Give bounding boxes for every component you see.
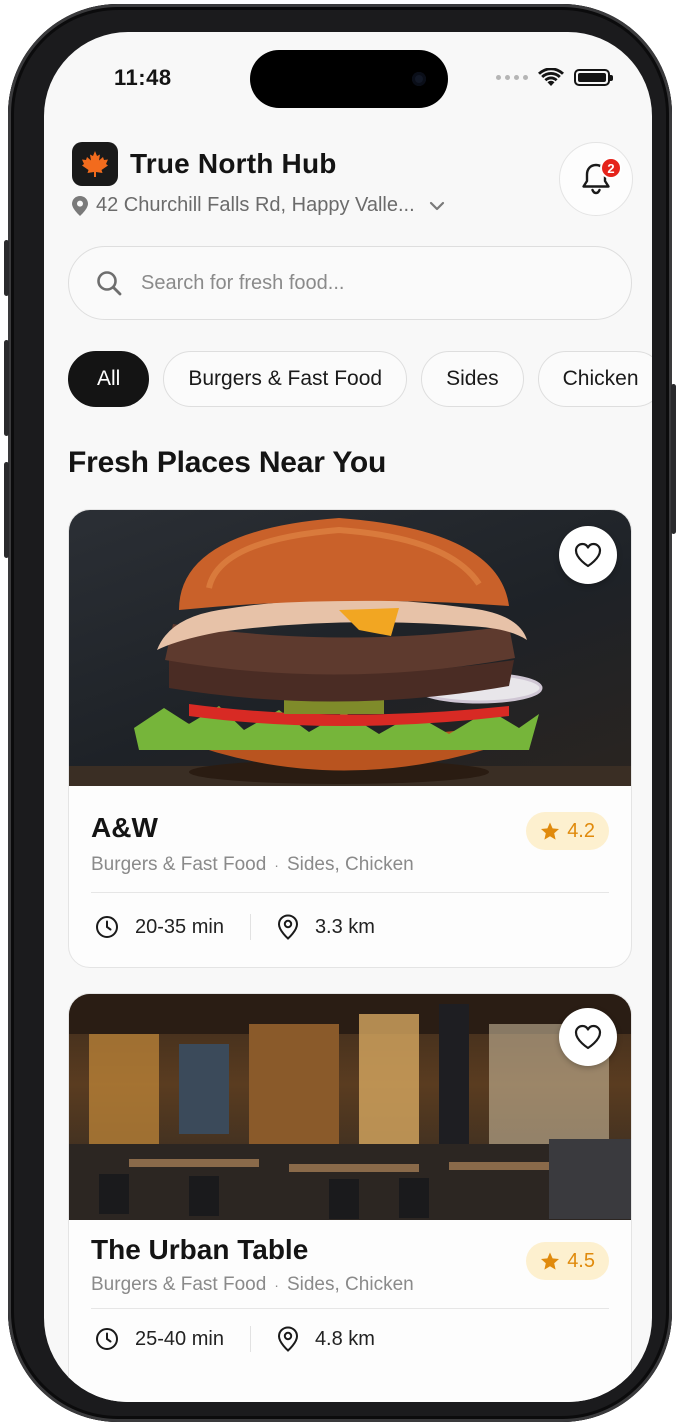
map-pin-icon: [277, 914, 298, 940]
restaurant-categories: Burgers & Fast Food · Sides, Chicken: [91, 1274, 414, 1295]
location-text: 42 Churchill Falls Rd, Happy Valle...: [96, 194, 415, 216]
restaurant-categories: Burgers & Fast Food · Sides, Chicken: [91, 854, 414, 875]
restaurant-card[interactable]: The Urban Table 4.5 Burgers & Fast Food …: [68, 993, 632, 1402]
restaurant-card[interactable]: A&W 4.2 Burgers & Fast Food · Sides, Chi…: [68, 509, 632, 968]
volume-up-button: [4, 340, 9, 436]
restaurant-name: A&W: [91, 812, 158, 843]
favorite-button[interactable]: [559, 526, 617, 584]
burger-photo: [69, 518, 631, 786]
chevron-down-icon: [429, 201, 444, 210]
rating-badge: 4.2: [526, 812, 609, 850]
search-bar[interactable]: [68, 246, 632, 320]
battery-icon: [574, 69, 613, 86]
status-time: 11:48: [114, 65, 172, 90]
restaurant-category: Burgers & Fast Food: [91, 854, 267, 875]
app-name: True North Hub: [130, 148, 337, 179]
clock-icon: [96, 916, 118, 938]
search-input[interactable]: [141, 271, 581, 295]
star-icon: [541, 822, 560, 840]
cellular-signal-icon: [496, 75, 528, 80]
distance: 3.3 km: [314, 915, 375, 938]
app-screen: 11:48 True North Hub 42 Churchill Falls …: [44, 32, 652, 1402]
silent-switch: [4, 240, 9, 296]
card-divider: [91, 892, 609, 893]
category-filter-list: All Burgers & Fast Food Sides Chicken: [68, 351, 652, 407]
category-chip-burgers[interactable]: Burgers & Fast Food: [163, 351, 408, 407]
restaurant-tags: Sides, Chicken: [286, 854, 414, 875]
restaurant-meta: 25-40 min 4.8 km: [95, 1326, 375, 1352]
delivery-time: 25-40 min: [135, 1327, 224, 1350]
search-icon: [97, 271, 122, 296]
restaurant-tags: Sides, Chicken: [286, 1274, 414, 1295]
delivery-time: 20-35 min: [135, 915, 224, 938]
map-pin-icon: [277, 1326, 298, 1352]
rating-badge: 4.5: [526, 1242, 609, 1280]
dynamic-island: [250, 50, 448, 108]
restaurant-image: [69, 994, 631, 1220]
distance: 4.8 km: [314, 1327, 375, 1350]
section-title: Fresh Places Near You: [68, 446, 387, 479]
volume-down-button: [4, 462, 9, 558]
maple-leaf-icon: [72, 142, 118, 186]
power-button: [671, 384, 676, 534]
heart-icon: [574, 542, 602, 568]
card-divider: [91, 1308, 609, 1309]
category-chip-sides[interactable]: Sides: [421, 351, 524, 407]
brand-header: True North Hub: [72, 142, 337, 186]
restaurant-name: The Urban Table: [91, 1234, 309, 1265]
restaurant-meta: 20-35 min 3.3 km: [95, 914, 375, 940]
heart-icon: [574, 1024, 602, 1050]
status-indicators: [496, 68, 613, 87]
rating-value: 4.5: [567, 1249, 595, 1272]
meta-divider: [249, 1326, 251, 1352]
category-chip-all[interactable]: All: [68, 351, 150, 407]
restaurant-image: [69, 510, 631, 786]
restaurant-interior-photo: [69, 994, 631, 1220]
rating-value: 4.2: [567, 819, 595, 842]
phone-frame: 11:48 True North Hub 42 Churchill Falls …: [4, 4, 676, 1422]
location-pin-icon: [72, 195, 88, 216]
category-chip-chicken[interactable]: Chicken: [537, 351, 652, 407]
notifications-button[interactable]: 2: [559, 142, 633, 216]
favorite-button[interactable]: [559, 1008, 617, 1066]
clock-icon: [96, 1328, 118, 1350]
star-icon: [541, 1252, 560, 1270]
restaurant-category: Burgers & Fast Food: [91, 1274, 267, 1295]
location-selector[interactable]: 42 Churchill Falls Rd, Happy Valle...: [72, 194, 445, 217]
wifi-icon: [538, 68, 564, 86]
meta-divider: [249, 914, 251, 940]
notification-badge: 2: [600, 157, 622, 179]
